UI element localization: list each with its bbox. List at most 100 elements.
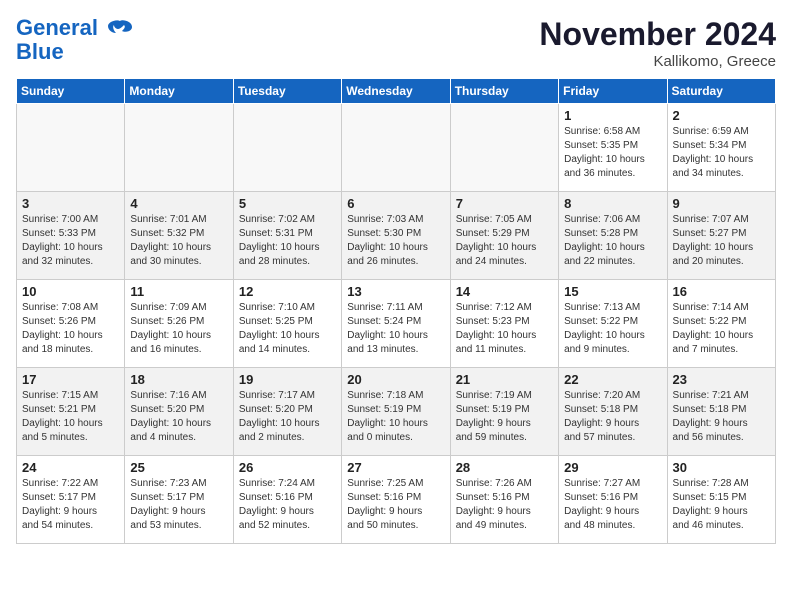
week-row-4: 17 Sunrise: 7:15 AM Sunset: 5:21 PM Dayli… [17,368,776,456]
week-row-3: 10Sunrise: 7:08 AM Sunset: 5:26 PM Dayli… [17,280,776,368]
day-number: 1 [564,108,661,123]
header-monday: Monday [125,79,233,104]
day-number: 28 [456,460,553,475]
week-row-1: 1 Sunrise: 6:58 AM Sunset: 5:35 PM Daylig… [17,104,776,192]
day-number: 19 [239,372,336,387]
day-cell [450,104,558,192]
month-title: November 2024 [539,16,776,53]
day-number: 15 [564,284,661,299]
day-number: 17 [22,372,119,387]
day-cell: 26Sunrise: 7:24 AM Sunset: 5:16 PM Dayli… [233,456,341,544]
day-info: Sunrise: 7:10 AM Sunset: 5:25 PM Dayligh… [239,301,336,357]
day-info: Sunrise: 7:18 AM Sunset: 5:19 PM Dayligh… [347,389,444,445]
day-cell: 29 Sunrise: 7:27 AM Sunset: 5:16 PM Dayli… [559,456,667,544]
day-number: 23 [673,372,770,387]
day-info: Sunrise: 7:00 AM Sunset: 5:33 PM Dayligh… [22,213,119,269]
day-info: Sunrise: 7:09 AM Sunset: 5:26 PM Dayligh… [130,301,227,357]
day-info: Sunrise: 7:25 AM Sunset: 5:16 PM Dayligh… [347,477,444,533]
day-number: 24 [22,460,119,475]
day-number: 13 [347,284,444,299]
day-info: Sunrise: 7:27 AM Sunset: 5:16 PM Dayligh… [564,477,661,533]
week-row-5: 24 Sunrise: 7:22 AM Sunset: 5:17 PM Dayli… [17,456,776,544]
day-number: 9 [673,196,770,211]
day-cell: 17 Sunrise: 7:15 AM Sunset: 5:21 PM Dayli… [17,368,125,456]
header-thursday: Thursday [450,79,558,104]
day-cell: 22 Sunrise: 7:20 AM Sunset: 5:18 PM Dayli… [559,368,667,456]
day-cell: 18 Sunrise: 7:16 AM Sunset: 5:20 PM Dayli… [125,368,233,456]
day-number: 18 [130,372,227,387]
day-info: Sunrise: 7:07 AM Sunset: 5:27 PM Dayligh… [673,213,770,269]
day-info: Sunrise: 7:08 AM Sunset: 5:26 PM Dayligh… [22,301,119,357]
day-cell: 2 Sunrise: 6:59 AM Sunset: 5:34 PM Daylig… [667,104,775,192]
day-number: 7 [456,196,553,211]
day-cell: 7 Sunrise: 7:05 AM Sunset: 5:29 PM Daylig… [450,192,558,280]
day-number: 3 [22,196,119,211]
day-number: 2 [673,108,770,123]
logo-blue-text: Blue [16,40,134,64]
day-cell: 8 Sunrise: 7:06 AM Sunset: 5:28 PM Daylig… [559,192,667,280]
day-cell [233,104,341,192]
day-cell: 14 Sunrise: 7:12 AM Sunset: 5:23 PM Dayli… [450,280,558,368]
header-wednesday: Wednesday [342,79,450,104]
header-friday: Friday [559,79,667,104]
day-info: Sunrise: 7:03 AM Sunset: 5:30 PM Dayligh… [347,213,444,269]
day-info: Sunrise: 7:22 AM Sunset: 5:17 PM Dayligh… [22,477,119,533]
day-cell: 1 Sunrise: 6:58 AM Sunset: 5:35 PM Daylig… [559,104,667,192]
calendar-table: SundayMondayTuesdayWednesdayThursdayFrid… [16,78,776,544]
logo-text: General [16,16,134,40]
day-number: 30 [673,460,770,475]
day-cell: 13 Sunrise: 7:11 AM Sunset: 5:24 PM Dayli… [342,280,450,368]
day-number: 14 [456,284,553,299]
day-cell: 5Sunrise: 7:02 AM Sunset: 5:31 PM Daylig… [233,192,341,280]
logo: General Blue [16,16,134,64]
day-cell [17,104,125,192]
day-cell: 16 Sunrise: 7:14 AM Sunset: 5:22 PM Dayli… [667,280,775,368]
day-info: Sunrise: 7:11 AM Sunset: 5:24 PM Dayligh… [347,301,444,357]
day-number: 11 [130,284,227,299]
day-number: 8 [564,196,661,211]
day-cell: 9 Sunrise: 7:07 AM Sunset: 5:27 PM Daylig… [667,192,775,280]
logo-bird-icon [106,19,134,39]
day-cell: 25Sunrise: 7:23 AM Sunset: 5:17 PM Dayli… [125,456,233,544]
day-info: Sunrise: 7:28 AM Sunset: 5:15 PM Dayligh… [673,477,770,533]
day-info: Sunrise: 7:24 AM Sunset: 5:16 PM Dayligh… [239,477,336,533]
page-header: General Blue November 2024 Kallikomo, Gr… [16,16,776,70]
day-number: 27 [347,460,444,475]
day-number: 4 [130,196,227,211]
day-info: Sunrise: 7:14 AM Sunset: 5:22 PM Dayligh… [673,301,770,357]
header-sunday: Sunday [17,79,125,104]
day-cell: 6 Sunrise: 7:03 AM Sunset: 5:30 PM Daylig… [342,192,450,280]
day-info: Sunrise: 7:16 AM Sunset: 5:20 PM Dayligh… [130,389,227,445]
day-cell [125,104,233,192]
header-tuesday: Tuesday [233,79,341,104]
title-block: November 2024 Kallikomo, Greece [539,16,776,70]
day-number: 16 [673,284,770,299]
day-number: 6 [347,196,444,211]
day-info: Sunrise: 7:20 AM Sunset: 5:18 PM Dayligh… [564,389,661,445]
day-number: 25 [130,460,227,475]
day-number: 21 [456,372,553,387]
day-info: Sunrise: 7:26 AM Sunset: 5:16 PM Dayligh… [456,477,553,533]
day-number: 20 [347,372,444,387]
day-cell: 11 Sunrise: 7:09 AM Sunset: 5:26 PM Dayli… [125,280,233,368]
day-info: Sunrise: 7:05 AM Sunset: 5:29 PM Dayligh… [456,213,553,269]
day-info: Sunrise: 6:59 AM Sunset: 5:34 PM Dayligh… [673,125,770,181]
day-cell [342,104,450,192]
day-cell: 24 Sunrise: 7:22 AM Sunset: 5:17 PM Dayli… [17,456,125,544]
day-info: Sunrise: 6:58 AM Sunset: 5:35 PM Dayligh… [564,125,661,181]
day-cell: 12Sunrise: 7:10 AM Sunset: 5:25 PM Dayli… [233,280,341,368]
location: Kallikomo, Greece [539,53,776,70]
day-cell: 15 Sunrise: 7:13 AM Sunset: 5:22 PM Dayli… [559,280,667,368]
day-info: Sunrise: 7:01 AM Sunset: 5:32 PM Dayligh… [130,213,227,269]
day-cell: 27 Sunrise: 7:25 AM Sunset: 5:16 PM Dayli… [342,456,450,544]
day-info: Sunrise: 7:15 AM Sunset: 5:21 PM Dayligh… [22,389,119,445]
day-info: Sunrise: 7:12 AM Sunset: 5:23 PM Dayligh… [456,301,553,357]
day-info: Sunrise: 7:13 AM Sunset: 5:22 PM Dayligh… [564,301,661,357]
day-cell: 21Sunrise: 7:19 AM Sunset: 5:19 PM Dayli… [450,368,558,456]
week-row-2: 3 Sunrise: 7:00 AM Sunset: 5:33 PM Daylig… [17,192,776,280]
day-info: Sunrise: 7:06 AM Sunset: 5:28 PM Dayligh… [564,213,661,269]
day-cell: 23Sunrise: 7:21 AM Sunset: 5:18 PM Dayli… [667,368,775,456]
day-number: 22 [564,372,661,387]
day-info: Sunrise: 7:02 AM Sunset: 5:31 PM Dayligh… [239,213,336,269]
day-number: 29 [564,460,661,475]
